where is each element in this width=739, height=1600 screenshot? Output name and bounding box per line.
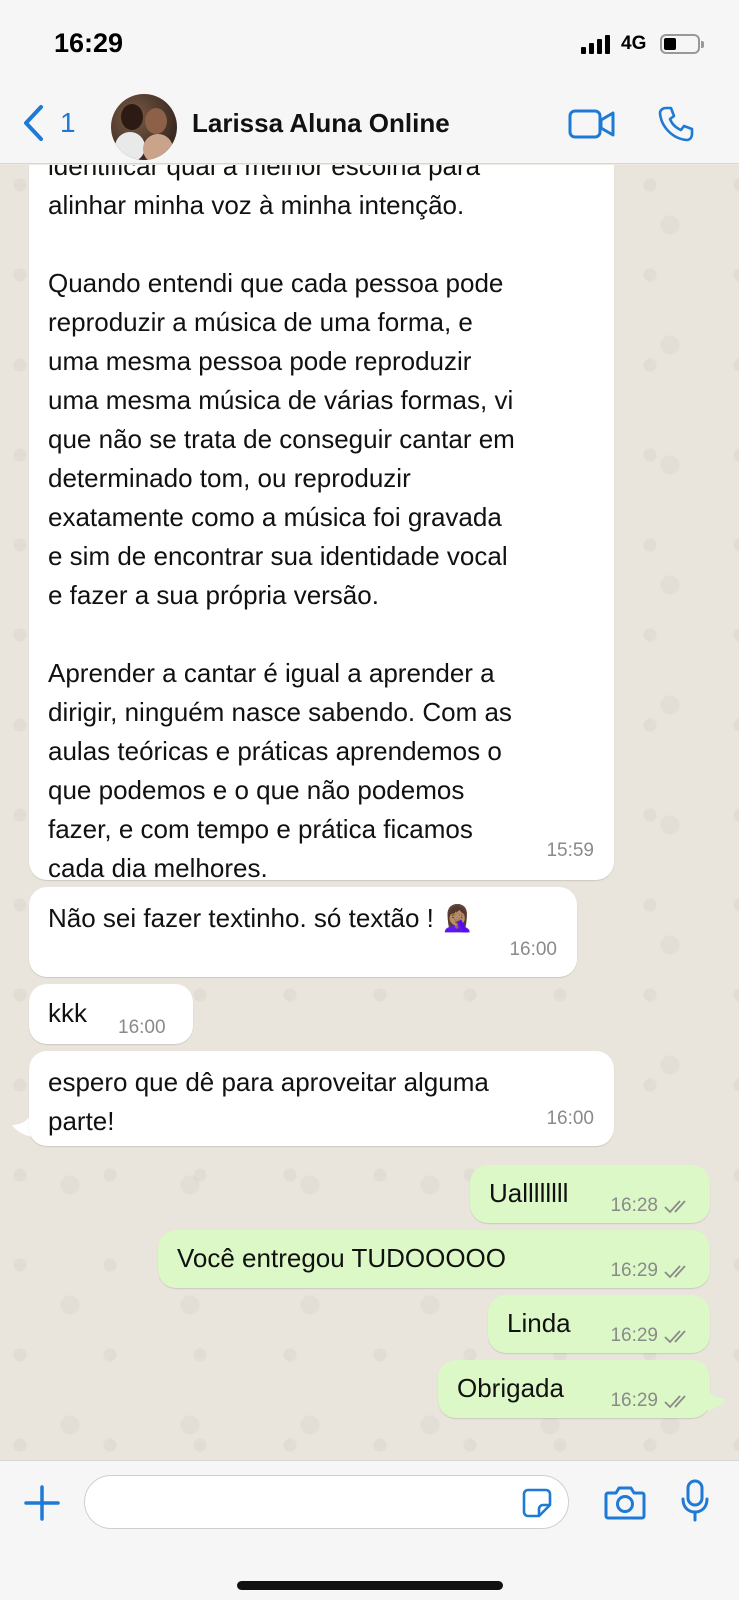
read-ticks-icon	[664, 1264, 686, 1278]
message-text: Obrigada	[457, 1373, 564, 1403]
read-ticks-icon	[664, 1329, 686, 1343]
input-bar	[0, 1460, 739, 1600]
message-input[interactable]	[103, 1486, 503, 1518]
unread-count: 1	[60, 107, 76, 138]
read-ticks-icon	[664, 1394, 686, 1408]
back-button[interactable]: 1	[22, 104, 76, 142]
message-time: 16:29	[610, 1316, 693, 1355]
incoming-message[interactable]: kkk 16:00	[29, 984, 193, 1044]
outgoing-message[interactable]: Você entregou TUDOOOOO 16:29	[158, 1230, 710, 1288]
message-time-text: 16:29	[610, 1390, 658, 1411]
message-time: 16:29	[610, 1251, 693, 1290]
incoming-message[interactable]: Não sei fazer textinho. só textão ! 🤦🏽‍♀…	[29, 887, 577, 977]
signal-icon	[581, 34, 610, 54]
sticker-icon[interactable]	[521, 1487, 553, 1519]
message-time-text: 16:29	[610, 1325, 658, 1346]
message-time: 16:00	[509, 939, 557, 960]
read-ticks-icon	[664, 1199, 686, 1213]
back-chevron-icon	[24, 105, 43, 141]
home-indicator	[237, 1581, 503, 1590]
message-text: identificar qual a melhor escolha para a…	[48, 165, 515, 883]
bubble-tail	[702, 1389, 726, 1411]
chat-area[interactable]: identificar qual a melhor escolha para a…	[0, 165, 739, 1460]
status-bar: 16:29 4G	[0, 0, 739, 90]
message-text: Você entregou TUDOOOOO	[177, 1243, 506, 1273]
contact-name[interactable]: Larissa Aluna Online	[192, 108, 450, 139]
battery-icon	[660, 34, 704, 54]
chat-header: 1 Larissa Aluna Online	[0, 90, 739, 164]
message-text: Linda	[507, 1308, 571, 1338]
status-time: 16:29	[54, 28, 124, 58]
message-text: kkk	[48, 998, 87, 1028]
message-time: 16:28	[610, 1186, 693, 1225]
message-time-text: 16:28	[610, 1195, 658, 1216]
network-type: 4G	[621, 33, 647, 54]
incoming-message[interactable]: espero que dê para aproveitar alguma par…	[29, 1051, 614, 1146]
phone-icon[interactable]	[657, 105, 695, 143]
outgoing-message[interactable]: Uallllllll 16:28	[470, 1165, 710, 1223]
message-time: 15:59	[546, 840, 594, 861]
message-time: 16:00	[118, 1017, 166, 1038]
video-call-icon[interactable]	[568, 108, 616, 140]
camera-icon[interactable]	[604, 1484, 646, 1520]
message-time-text: 16:29	[610, 1260, 658, 1281]
microphone-icon[interactable]	[680, 1479, 710, 1523]
message-text: espero que dê para aproveitar alguma par…	[48, 1067, 489, 1136]
message-time: 16:29	[610, 1381, 693, 1420]
message-text: Não sei fazer textinho. só textão ! 🤦🏽‍♀…	[48, 903, 474, 933]
message-text: Uallllllll	[489, 1178, 569, 1208]
incoming-message[interactable]: identificar qual a melhor escolha para a…	[29, 165, 614, 883]
outgoing-message[interactable]: Linda 16:29	[488, 1295, 710, 1353]
message-time: 16:00	[546, 1108, 594, 1129]
plus-icon[interactable]	[22, 1483, 62, 1523]
outgoing-message[interactable]: Obrigada 16:29	[438, 1360, 710, 1418]
message-field[interactable]	[84, 1475, 569, 1529]
avatar[interactable]	[111, 94, 177, 160]
